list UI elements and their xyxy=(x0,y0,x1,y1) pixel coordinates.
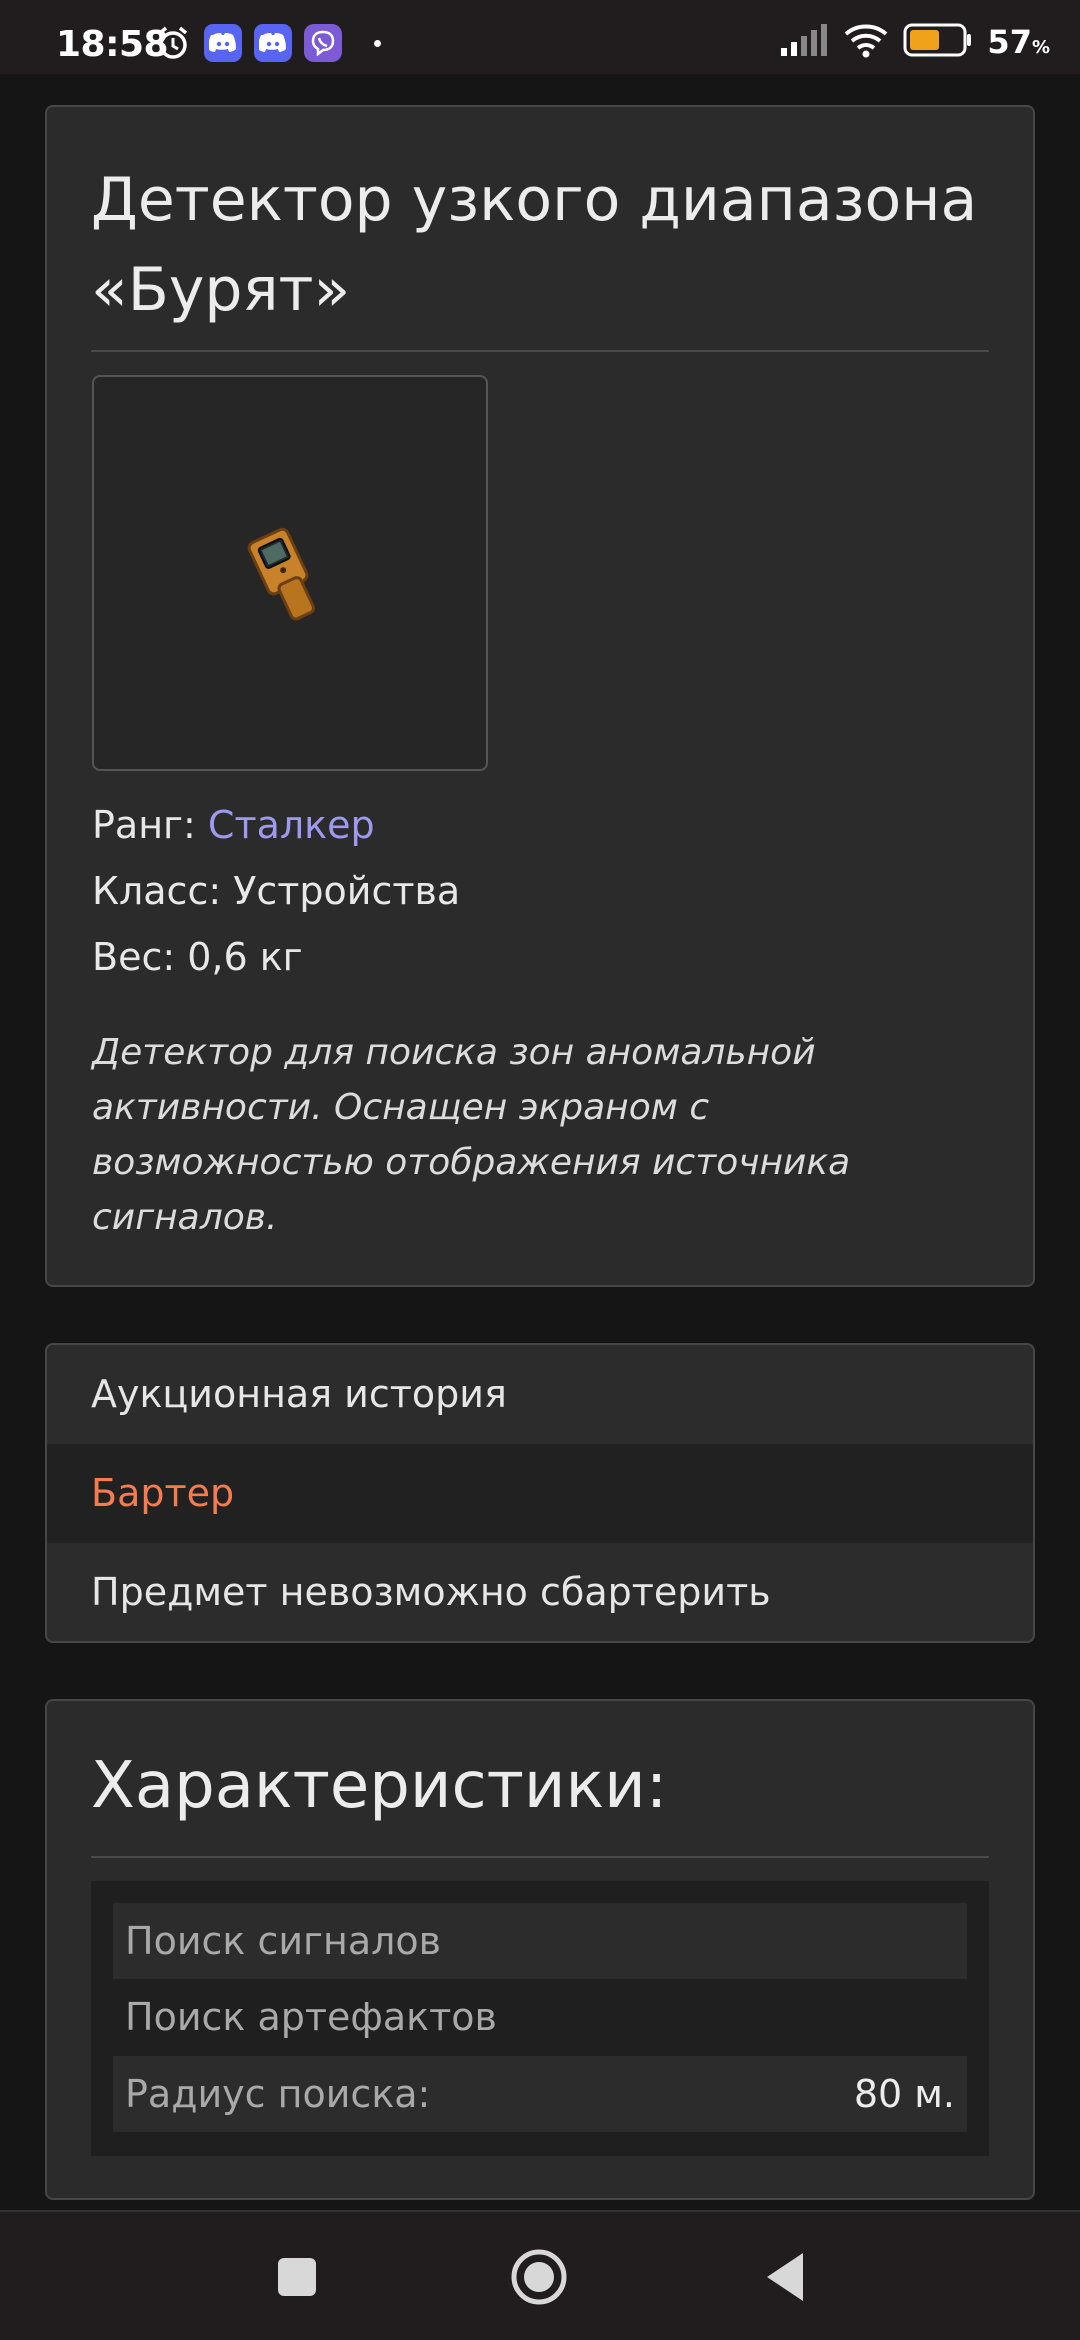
circle-icon xyxy=(511,2249,567,2305)
stat-label: Радиус поиска: xyxy=(125,2072,431,2116)
stats-title: Характеристики: xyxy=(91,1749,668,1823)
battery-icon xyxy=(903,22,973,62)
item-description: Детектор для поиска зон аномальной актив… xyxy=(92,1032,851,1238)
battery-percent: 57% xyxy=(987,23,1050,61)
stat-row: Поиск сигналов xyxy=(113,1903,967,1979)
class-line: Класс: Устройства xyxy=(92,869,461,913)
stat-label: Поиск артефактов xyxy=(125,1995,497,2039)
stats-card: Характеристики: Поиск сигналов Поиск арт… xyxy=(45,1699,1035,2200)
item-card: Детектор узкого диапазона «Бурят» Ранг: … xyxy=(45,105,1035,1287)
stat-value: 80 м. xyxy=(853,2072,955,2116)
status-right: 57% xyxy=(779,22,1050,62)
detector-icon xyxy=(247,527,316,621)
status-time: 18:58 xyxy=(56,24,169,65)
square-icon xyxy=(278,2258,316,2296)
weight-line: Вес: 0,6 кг xyxy=(92,935,303,979)
rank-line: Ранг: Сталкер xyxy=(92,792,460,858)
stat-label: Поиск сигналов xyxy=(125,1919,442,1963)
stat-row: Поиск артефактов xyxy=(113,1979,967,2055)
action-menu: Аукционная история Бартер Предмет невозм… xyxy=(45,1343,1035,1643)
rank-link[interactable]: Сталкер xyxy=(208,803,375,847)
viber-icon xyxy=(304,24,342,62)
menu-item-barter-status: Предмет невозможно сбартерить xyxy=(47,1543,1033,1641)
alarm-icon xyxy=(154,24,192,62)
menu-item-auction-history[interactable]: Аукционная история xyxy=(47,1345,1033,1444)
discord-icon xyxy=(204,24,242,62)
discord-icon xyxy=(254,24,292,62)
triangle-back-icon xyxy=(767,2253,803,2301)
rank-label: Ранг: xyxy=(92,803,208,847)
navigation-bar xyxy=(0,2210,1080,2340)
stats-divider xyxy=(91,1856,989,1858)
stats-table: Поиск сигналов Поиск артефактов Радиус п… xyxy=(91,1881,989,2156)
item-image xyxy=(92,375,488,771)
menu-item-barter[interactable]: Бартер xyxy=(47,1444,1033,1543)
notification-dot xyxy=(374,39,381,47)
back-button[interactable] xyxy=(750,2242,820,2312)
item-title: Детектор узкого диапазона «Бурят» xyxy=(91,165,978,325)
home-button[interactable] xyxy=(504,2242,574,2312)
item-properties: Ранг: Сталкер Класс: Устройства Вес: 0,6… xyxy=(92,792,460,990)
title-divider xyxy=(91,350,989,352)
wifi-icon xyxy=(843,22,889,62)
status-left-icons xyxy=(154,24,381,62)
signal-icon xyxy=(779,24,829,60)
stat-row: Радиус поиска: 80 м. xyxy=(113,2056,967,2132)
recents-button[interactable] xyxy=(262,2242,332,2312)
status-bar: 18:58 57% xyxy=(0,0,1080,74)
